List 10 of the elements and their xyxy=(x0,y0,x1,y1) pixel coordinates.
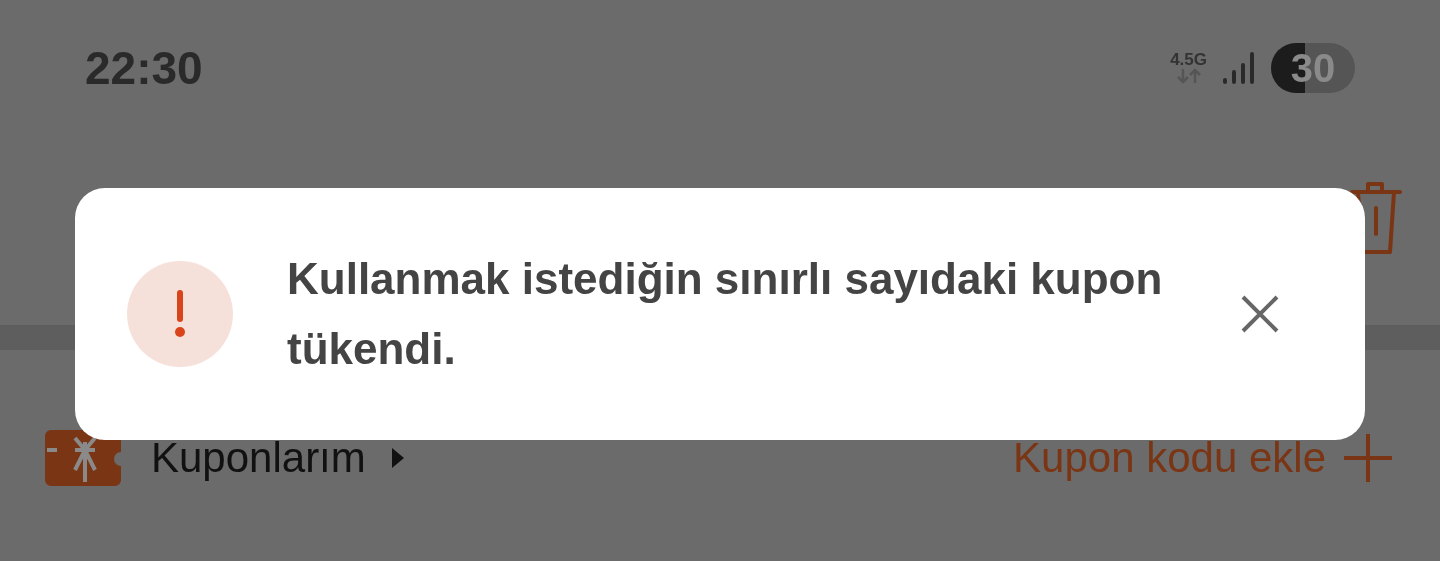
plus-icon xyxy=(1344,434,1392,482)
caret-icon xyxy=(391,448,404,468)
toast-message: Kullanmak istediğin sınırlı sayıdaki kupon tükendi. xyxy=(287,253,1164,375)
network-type: 4.5G xyxy=(1170,51,1207,68)
signal-icon xyxy=(1221,49,1257,86)
battery-level: 30 xyxy=(1289,44,1337,92)
my-coupons-link[interactable]: Kuponlarım xyxy=(151,437,404,479)
close-icon xyxy=(1241,295,1279,333)
status-time: 22:30 xyxy=(85,44,203,91)
gift-coupon-icon xyxy=(45,430,121,486)
